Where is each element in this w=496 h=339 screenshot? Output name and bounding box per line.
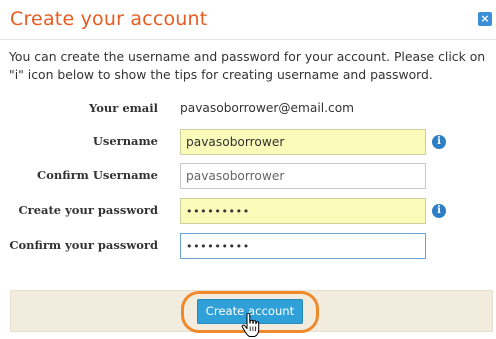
intro-text: You can create the username and password… — [9, 49, 486, 82]
email-row: Your email pavasoborrower@email.com — [0, 96, 496, 122]
create-account-dialog: Create your account × You can create the… — [0, 0, 496, 339]
confirm-username-label: Confirm Username — [37, 168, 158, 182]
username-input[interactable] — [180, 129, 426, 155]
dialog-title: Create your account — [10, 8, 208, 30]
confirm-password-row: Confirm your password — [0, 233, 496, 259]
hand-pointer-icon — [241, 313, 260, 337]
confirm-username-input[interactable] — [180, 163, 426, 189]
confirm-password-input[interactable] — [180, 233, 426, 259]
confirm-username-row: Confirm Username — [0, 163, 496, 189]
info-icon[interactable]: i — [432, 204, 446, 218]
password-row: Create your password i — [0, 198, 496, 224]
password-label: Create your password — [18, 203, 159, 217]
confirm-password-label: Confirm your password — [9, 238, 158, 252]
password-input[interactable] — [180, 198, 426, 224]
close-icon[interactable]: × — [478, 12, 492, 26]
header-divider — [0, 39, 496, 40]
username-row: Username i — [0, 129, 496, 155]
email-label: Your email — [89, 101, 158, 115]
info-icon[interactable]: i — [432, 135, 446, 149]
email-value: pavasoborrower@email.com — [180, 101, 355, 115]
dialog-header: Create your account × — [0, 0, 496, 40]
username-label: Username — [92, 134, 158, 148]
